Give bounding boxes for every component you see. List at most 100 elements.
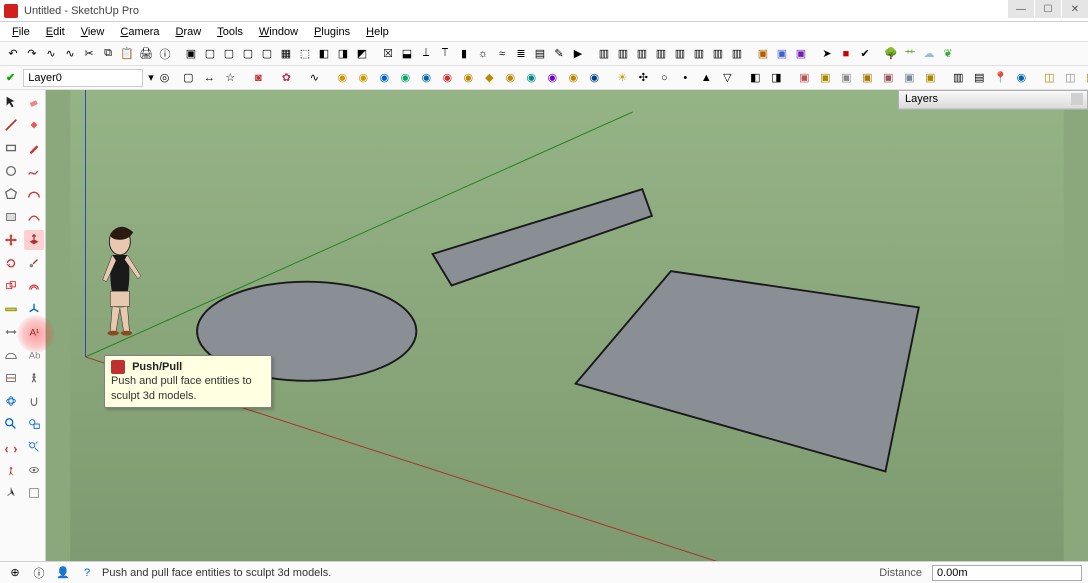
tree-icon[interactable]: 🌳	[882, 45, 900, 63]
layer-icon[interactable]: ≣	[512, 45, 530, 63]
photo-match-tool[interactable]	[1, 483, 21, 503]
leaf-icon[interactable]: ❦	[939, 45, 957, 63]
paste-icon[interactable]: 📋	[118, 45, 136, 63]
gold1-icon[interactable]: ◉	[332, 68, 352, 88]
copy-icon[interactable]: ⧉	[99, 45, 117, 63]
curve2-icon[interactable]: ∿	[61, 45, 79, 63]
zoom-tool[interactable]	[1, 414, 21, 434]
section-tool[interactable]	[1, 368, 21, 388]
polygon-tool[interactable]	[1, 184, 21, 204]
box6-icon[interactable]: ▣	[899, 68, 919, 88]
protractor-tool[interactable]	[1, 345, 21, 365]
cam1-icon[interactable]: ◧	[745, 68, 765, 88]
layers-panel-header[interactable]: Layers	[899, 91, 1087, 109]
credits-icon[interactable]: ⓘ	[30, 564, 48, 582]
arrow-icon[interactable]: ➤	[818, 45, 836, 63]
blue-ball-icon[interactable]: ◉	[374, 68, 394, 88]
cam2-icon[interactable]: ◨	[766, 68, 786, 88]
menu-plugins[interactable]: Plugins	[308, 24, 356, 40]
section-fill-icon[interactable]: ▮	[455, 45, 473, 63]
purple-ball-icon[interactable]: ◉	[542, 68, 562, 88]
animate-icon[interactable]: ▶	[569, 45, 587, 63]
geolocation-icon[interactable]: ⊕	[6, 564, 24, 582]
component-icon[interactable]: ▢	[178, 68, 198, 88]
rotate-tool[interactable]	[1, 253, 21, 273]
pan-tool[interactable]	[24, 391, 44, 411]
down-icon[interactable]: ▽	[717, 68, 737, 88]
validity-icon[interactable]: ✔	[856, 45, 874, 63]
gold3-icon[interactable]: ◉	[458, 68, 478, 88]
menu-file[interactable]: File	[6, 24, 36, 40]
box2-icon[interactable]: ▣	[815, 68, 835, 88]
sandbox7-icon[interactable]: ▥	[709, 45, 727, 63]
eraser-tool[interactable]	[24, 92, 44, 112]
star-icon[interactable]: ☆	[220, 68, 240, 88]
navy-ball-icon[interactable]: ◉	[584, 68, 604, 88]
layers-panel-collapse-icon[interactable]	[1071, 93, 1083, 105]
arc-tool[interactable]	[24, 184, 44, 204]
rectangle-tool[interactable]	[1, 138, 21, 158]
red-ball-icon[interactable]: ◉	[437, 68, 457, 88]
front-view-icon[interactable]: ▢	[220, 45, 238, 63]
text-tool[interactable]: A¹	[24, 322, 44, 342]
compass-icon[interactable]: ✣	[633, 68, 653, 88]
green-ball-icon[interactable]: ◉	[395, 68, 415, 88]
cut-icon[interactable]: ✂	[80, 45, 98, 63]
shape-tool[interactable]	[1, 207, 21, 227]
map-icon[interactable]: ▥	[948, 68, 968, 88]
print-icon[interactable]: 🖨	[137, 45, 155, 63]
menu-window[interactable]: Window	[253, 24, 304, 40]
ext2-icon[interactable]: ▣	[773, 45, 791, 63]
up-icon[interactable]: ▲	[696, 68, 716, 88]
bb-icon[interactable]: ◉	[416, 68, 436, 88]
paint-bucket-tool[interactable]	[24, 115, 44, 135]
scale-tool[interactable]	[1, 276, 21, 296]
previous-tool[interactable]	[1, 460, 21, 480]
gold4-icon[interactable]: ◉	[500, 68, 520, 88]
section-cut-icon[interactable]: ⟙	[436, 45, 454, 63]
wireframe-icon[interactable]: ▦	[277, 45, 295, 63]
walk-tool[interactable]	[24, 368, 44, 388]
orbit-tool[interactable]	[1, 391, 21, 411]
g1-icon[interactable]: ◫	[1039, 68, 1059, 88]
zoom-window-tool[interactable]	[24, 414, 44, 434]
measurement-input[interactable]	[932, 565, 1082, 581]
menu-view[interactable]: View	[75, 24, 111, 40]
right-view-icon[interactable]: ▢	[239, 45, 257, 63]
minimize-button[interactable]: —	[1008, 0, 1034, 18]
outliner-tool[interactable]	[24, 483, 44, 503]
ext1-icon[interactable]: ▣	[754, 45, 772, 63]
back-view-icon[interactable]: ▢	[258, 45, 276, 63]
hidden-line-icon[interactable]: ⬚	[296, 45, 314, 63]
section-icon[interactable]: ⟘	[417, 45, 435, 63]
layer-globe-icon[interactable]: ◎	[159, 69, 171, 87]
tape-tool[interactable]	[1, 299, 21, 319]
cloud-icon[interactable]: ☁	[920, 45, 938, 63]
menu-camera[interactable]: Camera	[114, 24, 165, 40]
g3-icon[interactable]: ◫	[1081, 68, 1088, 88]
back-edges-icon[interactable]: ⬓	[398, 45, 416, 63]
follow-me-tool[interactable]	[24, 253, 44, 273]
gold5-icon[interactable]: ◉	[563, 68, 583, 88]
sandbox6-icon[interactable]: ▥	[690, 45, 708, 63]
move-tool[interactable]	[1, 230, 21, 250]
layers-panel[interactable]: Layers	[898, 90, 1088, 110]
seat-icon[interactable]: ◙	[248, 68, 268, 88]
grass-icon[interactable]: ⺾	[901, 45, 919, 63]
sandbox2-icon[interactable]: ▥	[614, 45, 632, 63]
marker-icon[interactable]: ✿	[276, 68, 296, 88]
layer-dropdown-icon[interactable]: ▾	[147, 69, 155, 87]
viewport[interactable]: Push/Pull Push and pull face entities to…	[46, 90, 1088, 561]
3d-text-tool[interactable]: Ab	[24, 345, 44, 365]
box3-icon[interactable]: ▣	[836, 68, 856, 88]
monochrome-icon[interactable]: ◩	[353, 45, 371, 63]
offset-tool[interactable]	[24, 276, 44, 296]
sandbox3-icon[interactable]: ▥	[633, 45, 651, 63]
box1-icon[interactable]: ▣	[794, 68, 814, 88]
menu-edit[interactable]: Edit	[40, 24, 71, 40]
style-icon[interactable]: ✎	[550, 45, 568, 63]
sandbox1-icon[interactable]: ▥	[595, 45, 613, 63]
select-tool[interactable]	[1, 92, 21, 112]
curve-icon[interactable]: ∿	[42, 45, 60, 63]
box5-icon[interactable]: ▣	[878, 68, 898, 88]
